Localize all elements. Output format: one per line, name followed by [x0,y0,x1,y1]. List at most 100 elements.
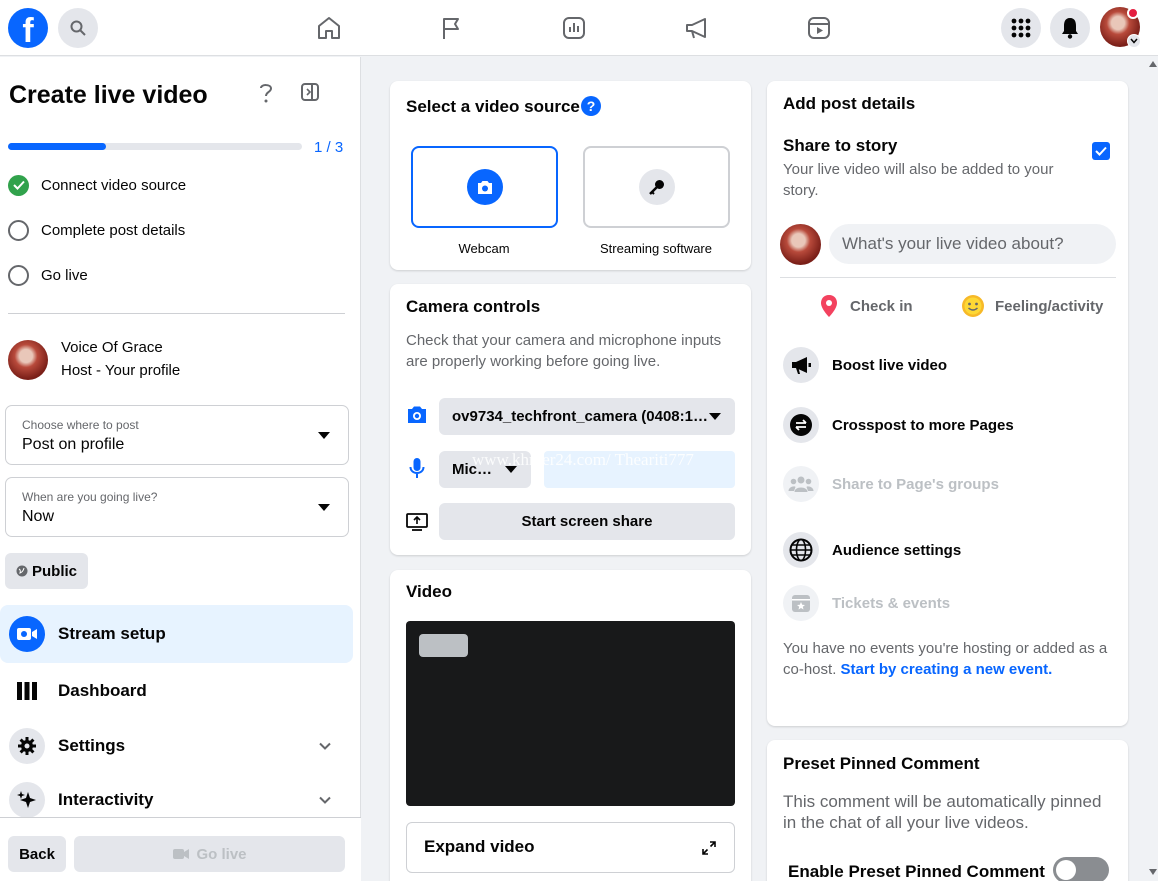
camera-icon [408,406,426,423]
progress-text: 1 / 3 [314,139,344,156]
home-tab[interactable] [313,12,345,44]
dropdown-label: Choose where to post [22,418,139,432]
action-label: Audience settings [832,541,962,559]
insights-icon [563,17,585,39]
step-complete-post-details: Complete post details [8,219,185,241]
gear-icon [18,737,36,755]
divider [780,277,1116,278]
caret-down-icon [318,432,330,439]
empty-circle-icon [8,264,29,286]
start-screen-share-button[interactable]: Start screen share [439,503,735,540]
caret-down-icon [709,413,721,420]
action-label: Tickets & events [832,594,951,612]
help-info-icon[interactable]: ? [581,96,601,116]
flag-icon [443,18,459,39]
live-camera-icon [173,849,190,859]
share-story-checkbox[interactable] [1092,142,1110,160]
card-title: Add post details [783,94,916,113]
back-button[interactable]: Back [8,836,66,872]
microphone-icon [409,458,425,478]
feeling-label: Feeling/activity [995,297,1104,315]
page-scrollbar[interactable] [1148,57,1158,881]
menu-label: Dashboard [58,681,147,700]
globe-icon [16,565,28,577]
megaphone-icon [686,18,706,39]
audience-settings-button[interactable]: Audience settings [783,530,961,570]
caret-down-icon [318,504,330,511]
scroll-down-icon [1149,869,1157,875]
menu-stream-setup[interactable]: Stream setup [0,605,353,663]
profile-name: Voice Of Grace [61,339,163,356]
go-live-time-dropdown[interactable]: When are you going live? Now [5,477,349,537]
menu-settings[interactable]: Settings [0,717,353,775]
notification-dot [1127,7,1139,19]
enable-pinned-comment-toggle[interactable] [1053,857,1109,881]
create-event-link[interactable]: Start by creating a new event. [841,661,1053,678]
chevron-down-icon [319,742,331,750]
camera-select[interactable]: ov9734_techfront_camera (0408:1… [439,398,735,435]
divider [8,313,345,314]
collapse-panel-button[interactable] [300,82,320,102]
post-location-dropdown[interactable]: Choose where to post Post on profile [5,405,349,465]
menu-button[interactable] [1001,8,1041,48]
tickets-events-button[interactable]: Tickets & events [783,583,950,623]
ads-tab[interactable] [681,12,713,44]
pinned-comment-description: This comment will be automatically pinne… [783,792,1102,832]
account-chevron[interactable] [1127,34,1141,48]
progress-bar-fill [8,143,106,150]
chevron-down-icon [1130,38,1138,44]
grid-menu-icon [1011,18,1031,38]
post-details-card: Add post details Share to story Your liv… [767,81,1128,726]
menu-icon-wrap [9,782,45,818]
expand-video-button[interactable]: Expand video [406,822,735,873]
audience-button[interactable]: Public [5,553,88,589]
post-author-avatar [780,224,821,265]
megaphone-icon [792,357,811,374]
rp-icon-wrap [783,347,819,383]
crosspost-button[interactable]: Crosspost to more Pages [783,405,1014,445]
top-navigation-bar: f [0,0,1158,56]
webcam-option[interactable] [411,146,558,228]
pages-tab[interactable] [435,12,467,44]
menu-label: Settings [58,736,126,755]
feeling-activity-button[interactable]: Feeling/activity [961,293,1103,319]
crosspost-arrows-icon [790,414,812,436]
sparkle-icon [17,791,36,808]
events-info-text: You have no events you're hosting or add… [783,638,1113,680]
step-label: Connect video source [41,176,187,194]
enable-pinned-comment-label: Enable Preset Pinned Comment [788,862,1045,881]
search-button[interactable] [58,8,98,48]
rp-icon-wrap [783,407,819,443]
dropdown-label: When are you going live? [22,490,158,504]
boost-live-video-button[interactable]: Boost live video [783,345,947,385]
action-label: Crosspost to more Pages [832,416,1014,434]
question-mark-icon [260,84,273,103]
share-to-groups-button[interactable]: Share to Page's groups [783,464,999,504]
expand-video-label: Expand video [424,837,535,856]
card-title: Video [406,582,452,601]
card-title: Preset Pinned Comment [783,754,980,773]
video-icon [808,17,830,39]
post-description-input[interactable]: What's your live video about? [829,224,1116,264]
help-button[interactable] [256,81,276,105]
card-title: Camera controls [406,297,541,316]
page-title: Create live video [9,81,208,109]
insights-tab[interactable] [558,12,590,44]
facebook-logo[interactable]: f [8,8,48,48]
video-status-pill [419,634,468,657]
check-in-button[interactable]: Check in [819,293,913,319]
checkmark-icon [1095,146,1107,156]
action-label: Boost live video [832,356,948,374]
notifications-button[interactable] [1050,8,1090,48]
share-story-description: Your live video will also be added to yo… [783,161,1054,199]
video-tab[interactable] [803,12,835,44]
camera-select-value: ov9734_techfront_camera (0408:1… [452,408,708,425]
audience-label: Public [31,562,77,580]
create-live-sidebar: Create live video 1 / 3 Connect video so… [0,57,361,881]
expand-icon [702,841,716,855]
go-live-button[interactable]: Go live [74,836,345,872]
menu-label: Interactivity [58,790,154,809]
streaming-software-option[interactable] [583,146,730,228]
globe-icon [789,538,813,562]
menu-dashboard[interactable]: Dashboard [0,662,353,720]
